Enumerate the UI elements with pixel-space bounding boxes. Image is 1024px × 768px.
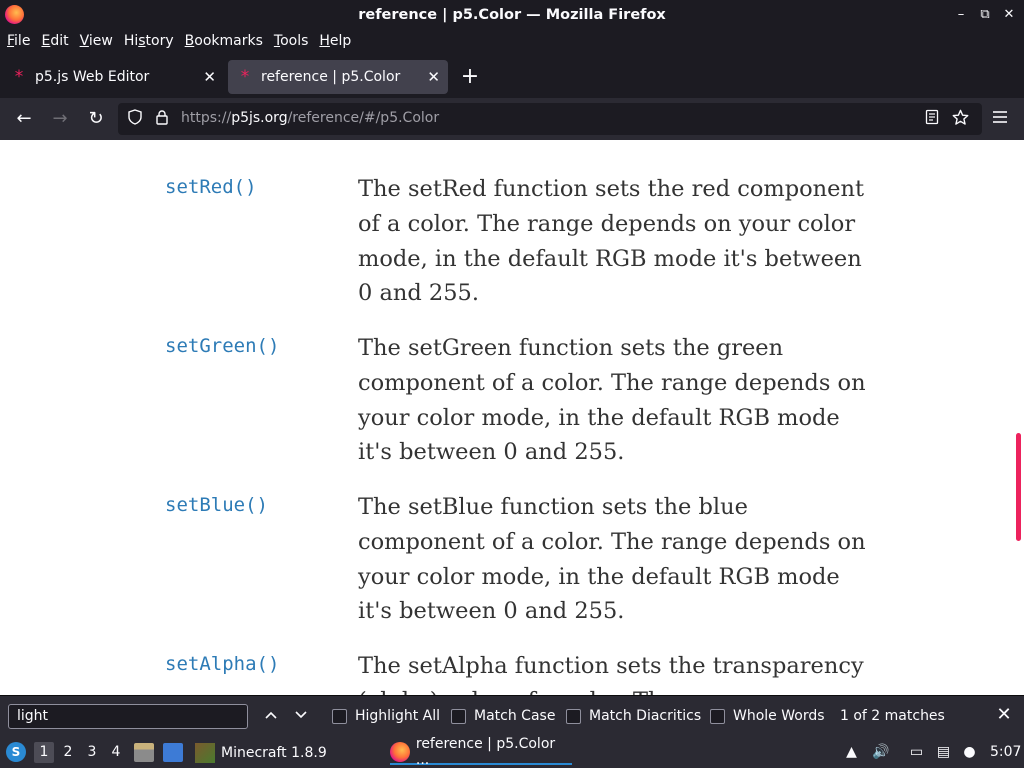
- tab-reference-p5-color[interactable]: * reference | p5.Color ✕: [228, 60, 448, 94]
- tab-p5-web-editor[interactable]: * p5.js Web Editor ✕: [2, 60, 224, 94]
- task-minecraft[interactable]: Minecraft 1.8.9: [195, 740, 327, 765]
- minecraft-icon: [195, 742, 215, 763]
- back-button[interactable]: ←: [13, 108, 35, 130]
- method-link-setred[interactable]: setRed(): [165, 176, 257, 198]
- p5-favicon-icon: *: [14, 67, 24, 87]
- start-menu-icon[interactable]: S: [6, 742, 26, 762]
- network-icon[interactable]: ▲: [843, 744, 860, 761]
- method-description: The setGreen function sets the green com…: [358, 335, 866, 466]
- method-description: The setAlpha function sets the transpare…: [358, 653, 864, 695]
- workspace-2[interactable]: 2: [58, 742, 78, 763]
- menu-help[interactable]: Help: [319, 33, 351, 49]
- lock-icon[interactable]: [154, 109, 170, 129]
- whole-words-checkbox[interactable]: Whole Words: [710, 708, 825, 724]
- find-previous-button[interactable]: [261, 706, 281, 726]
- desktop-icon[interactable]: [163, 743, 183, 762]
- workspace-3[interactable]: 3: [82, 742, 102, 763]
- window-titlebar: reference | p5.Color — Mozilla Firefox –…: [0, 0, 1024, 30]
- find-match-status: 1 of 2 matches: [840, 708, 945, 724]
- display-icon[interactable]: ▭: [908, 744, 925, 761]
- taskbar: S 1 2 3 4 Minecraft 1.8.9 reference | p5…: [0, 736, 1024, 768]
- close-tab-icon[interactable]: ✕: [427, 68, 440, 86]
- match-diacritics-checkbox[interactable]: Match Diacritics: [566, 708, 701, 724]
- highlight-all-checkbox[interactable]: Highlight All: [332, 708, 440, 724]
- find-next-button[interactable]: [291, 706, 311, 726]
- shield-icon[interactable]: [127, 109, 143, 129]
- clock: 5:07: [990, 744, 1022, 760]
- bookmark-star-icon[interactable]: [952, 109, 969, 130]
- url-bar[interactable]: https://p5js.org/reference/#/p5.Color: [118, 103, 982, 135]
- menu-bookmarks[interactable]: Bookmarks: [185, 33, 263, 49]
- close-find-bar-button[interactable]: ✕: [994, 705, 1014, 725]
- tab-strip: * p5.js Web Editor ✕ * reference | p5.Co…: [0, 56, 1024, 98]
- menu-tools[interactable]: Tools: [274, 33, 309, 49]
- tab-label: reference | p5.Color: [261, 69, 401, 85]
- firefox-icon: [390, 741, 410, 762]
- p5-favicon-icon: *: [240, 67, 250, 87]
- reader-view-icon[interactable]: [924, 109, 940, 129]
- method-link-setalpha[interactable]: setAlpha(): [165, 653, 279, 675]
- window-title: reference | p5.Color — Mozilla Firefox: [358, 7, 666, 23]
- file-manager-icon[interactable]: [134, 743, 154, 762]
- url-text: https://p5js.org/reference/#/p5.Color: [181, 110, 440, 126]
- forward-button[interactable]: →: [49, 108, 71, 130]
- checkbox-box[interactable]: [566, 708, 581, 724]
- menu-edit[interactable]: Edit: [41, 33, 68, 49]
- new-tab-button[interactable]: +: [460, 64, 480, 90]
- page-scrollbar[interactable]: [1016, 433, 1021, 541]
- checkbox-box[interactable]: [451, 708, 466, 724]
- method-link-setgreen[interactable]: setGreen(): [165, 335, 279, 357]
- volume-icon[interactable]: 🔊: [872, 744, 889, 761]
- method-description: The setBlue function sets the blue compo…: [358, 494, 866, 625]
- checkbox-box[interactable]: [710, 708, 725, 724]
- find-bar: light Highlight All Match Case Match Dia…: [0, 695, 1024, 737]
- reload-button[interactable]: ↻: [85, 108, 107, 130]
- app-menu-icon[interactable]: [989, 108, 1011, 130]
- menu-bar: File Edit View History Bookmarks Tools H…: [0, 30, 1024, 52]
- firefox-icon: [5, 5, 24, 24]
- maximize-button[interactable]: ⧉: [978, 6, 992, 22]
- method-description: The setRed function sets the red compone…: [358, 176, 865, 307]
- method-link-setblue[interactable]: setBlue(): [165, 494, 268, 516]
- minimize-button[interactable]: –: [954, 6, 968, 22]
- workspace-4[interactable]: 4: [106, 742, 126, 763]
- match-case-checkbox[interactable]: Match Case: [451, 708, 555, 724]
- close-window-button[interactable]: ✕: [1002, 6, 1016, 22]
- page-content: setRed() The setRed function sets the re…: [0, 140, 1024, 695]
- clipboard-icon[interactable]: ▤: [935, 744, 952, 761]
- menu-history[interactable]: History: [124, 33, 174, 49]
- notification-icon[interactable]: ●: [961, 744, 978, 761]
- task-firefox[interactable]: reference | p5.Color ...: [390, 736, 572, 768]
- tab-label: p5.js Web Editor: [35, 69, 150, 85]
- navigation-toolbar: ← → ↻ https://p5js.org/reference/#/p5.Co…: [0, 98, 1024, 140]
- workspace-1[interactable]: 1: [34, 742, 54, 763]
- close-tab-icon[interactable]: ✕: [203, 68, 216, 86]
- menu-view[interactable]: View: [80, 33, 113, 49]
- checkbox-box[interactable]: [332, 708, 347, 724]
- menu-file[interactable]: File: [7, 33, 30, 49]
- find-input[interactable]: light: [8, 704, 248, 729]
